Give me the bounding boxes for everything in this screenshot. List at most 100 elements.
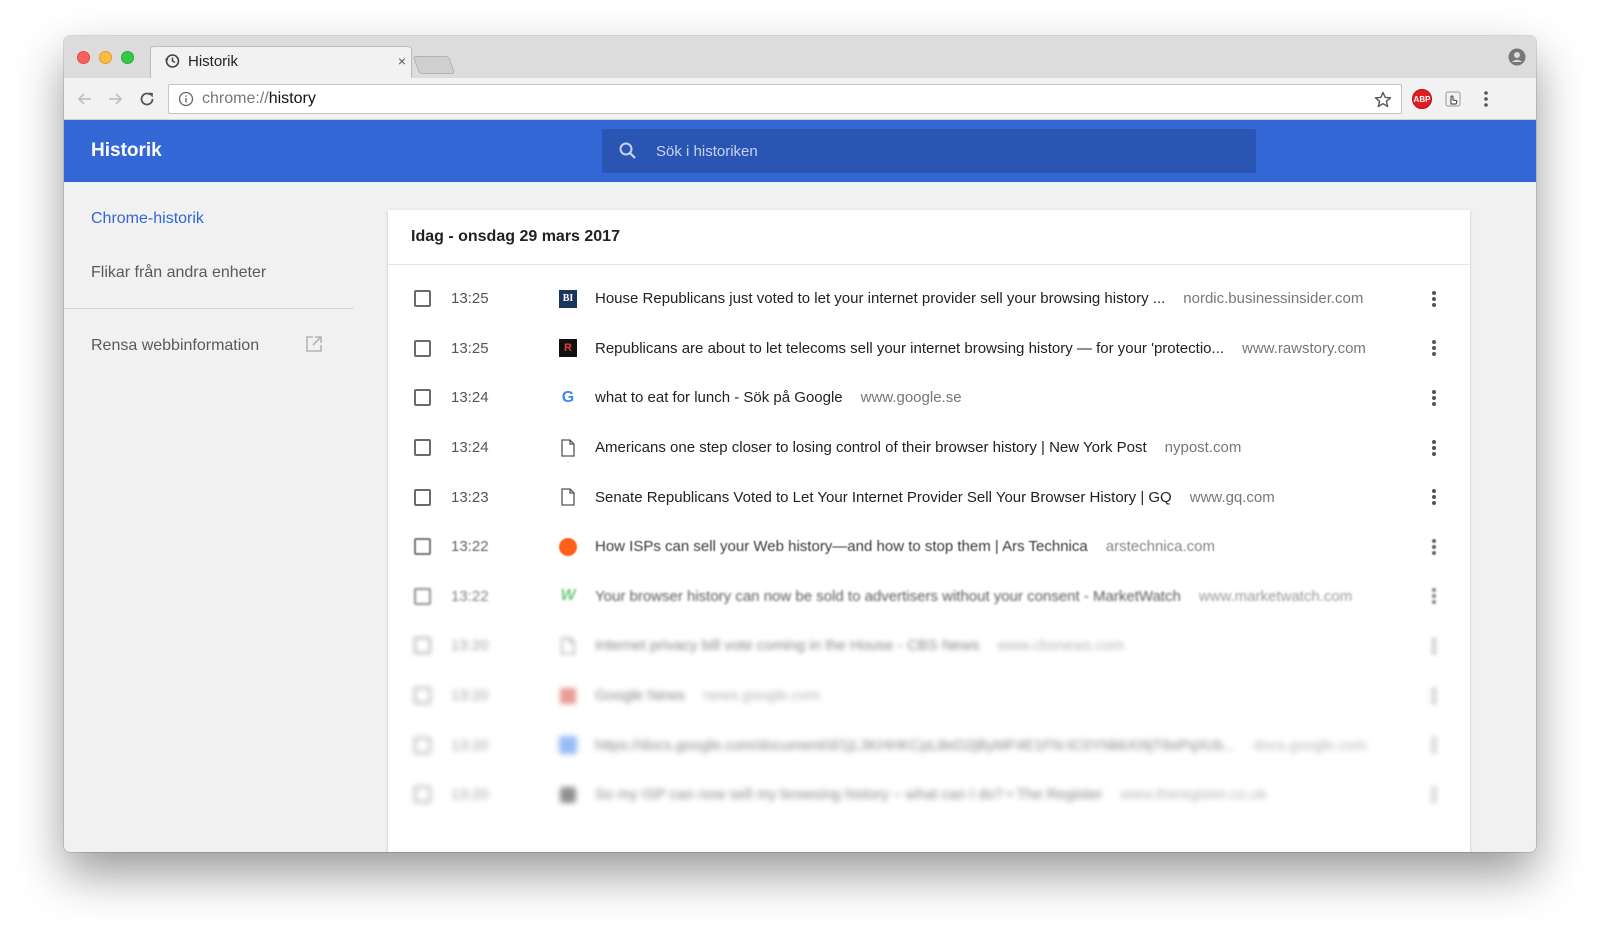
row-checkbox[interactable] (414, 290, 431, 308)
row-checkbox[interactable] (414, 439, 431, 457)
history-row[interactable]: 13:25 R Republicans are about to let telec… (388, 324, 1470, 374)
row-title[interactable]: Your browser history can now be sold to … (595, 588, 1181, 605)
history-icon (164, 53, 180, 69)
history-row[interactable]: 13:24 Americans one step closer to losing… (388, 423, 1470, 473)
search-placeholder: Sök i historiken (656, 142, 758, 160)
row-domain: www.theregister.co.uk (1120, 786, 1267, 804)
row-checkbox[interactable] (414, 389, 431, 407)
browser-window: Historik × chrome://history ABP Historik… (64, 36, 1536, 852)
row-time: 13:20 (451, 637, 489, 655)
more-actions-icon[interactable] (1426, 636, 1442, 656)
new-tab-button[interactable] (412, 56, 456, 74)
row-domain: www.gq.com (1189, 488, 1275, 506)
reload-icon[interactable] (136, 88, 158, 110)
row-title[interactable]: How ISPs can sell your Web history—and h… (595, 538, 1088, 555)
more-actions-icon[interactable] (1426, 735, 1442, 755)
row-domain: docs.google.com (1253, 736, 1367, 754)
row-link[interactable]: House Republicans just voted to let your… (595, 290, 1390, 307)
row-link[interactable]: Americans one step closer to losing cont… (595, 439, 1390, 456)
history-row[interactable]: 13:25 BI House Republicans just voted to l… (388, 274, 1470, 324)
row-title[interactable]: Internet privacy bill vote coming in the… (595, 637, 979, 654)
more-actions-icon[interactable] (1426, 537, 1442, 557)
history-search-input[interactable]: Sök i historiken (602, 129, 1256, 173)
profile-icon[interactable] (1508, 48, 1526, 66)
url-scheme: chrome:// (202, 90, 269, 107)
history-list: 13:25 BI House Republicans just voted to l… (388, 274, 1470, 820)
row-title[interactable]: Senate Republicans Voted to Let Your Int… (595, 489, 1172, 506)
minimize-window-button[interactable] (99, 51, 112, 64)
row-link[interactable]: Your browser history can now be sold to … (595, 588, 1390, 605)
row-title[interactable]: House Republicans just voted to let your… (595, 290, 1165, 307)
row-link[interactable]: https://docs.google.com/document/d/1jL3K… (595, 737, 1390, 754)
row-title[interactable]: Republicans are about to let telecoms se… (595, 340, 1224, 357)
forward-icon[interactable] (104, 88, 126, 110)
row-title[interactable]: https://docs.google.com/document/d/1jL3K… (595, 737, 1235, 754)
maximize-window-button[interactable] (121, 51, 134, 64)
row-checkbox[interactable] (414, 736, 431, 754)
history-row[interactable]: 13:24 Gwhat to eat for lunch - Sök på Goo… (388, 373, 1470, 423)
tab-content: Historik × (162, 46, 412, 76)
row-checkbox[interactable] (414, 637, 431, 655)
marketwatch-icon: W (560, 587, 576, 605)
card-header: Idag - onsdag 29 mars 2017 (388, 210, 1470, 265)
google-news-icon (559, 687, 577, 705)
date-heading: Idag - onsdag 29 mars 2017 (411, 228, 620, 245)
row-domain: www.marketwatch.com (1198, 587, 1353, 605)
row-link[interactable]: So my ISP can now sell my browsing histo… (595, 786, 1390, 803)
history-row[interactable]: 13:20 Internet privacy bill vote coming i… (388, 621, 1470, 671)
row-time: 13:24 (451, 439, 489, 457)
extension-hand-icon[interactable] (1444, 90, 1462, 108)
row-link[interactable]: How ISPs can sell your Web history—and h… (595, 538, 1390, 555)
history-row[interactable]: 13:22 How ISPs can sell your Web history—… (388, 522, 1470, 572)
row-link[interactable]: Google News news.google.com (595, 687, 1390, 704)
adblock-plus-icon[interactable]: ABP (1412, 89, 1432, 109)
back-icon[interactable] (74, 88, 96, 110)
more-actions-icon[interactable] (1426, 785, 1442, 805)
history-row[interactable]: 13:20 Google News news.google.com (388, 671, 1470, 721)
page-icon (559, 488, 577, 506)
url-text: chrome://history (202, 90, 316, 108)
address-bar[interactable]: chrome://history (168, 84, 1402, 114)
row-link[interactable]: Internet privacy bill vote coming in the… (595, 637, 1390, 654)
history-row[interactable]: 13:23 Senate Republicans Voted to Let You… (388, 472, 1470, 522)
row-domain: www.rawstory.com (1242, 339, 1366, 357)
row-time: 13:20 (451, 736, 489, 754)
history-row[interactable]: 13:20 https://docs.google.com/document/d/… (388, 720, 1470, 770)
row-title[interactable]: So my ISP can now sell my browsing histo… (595, 786, 1102, 803)
google-docs-icon (559, 736, 577, 755)
chrome-menu-icon[interactable] (1476, 89, 1496, 109)
sidebar-item-chrome-history[interactable]: Chrome-historik (91, 210, 204, 228)
row-title[interactable]: what to eat for lunch - Sök på Google (595, 389, 843, 406)
more-actions-icon[interactable] (1426, 289, 1442, 309)
more-actions-icon[interactable] (1426, 388, 1442, 408)
history-row[interactable]: 13:22 W Your browser history can now be so… (388, 572, 1470, 622)
row-checkbox[interactable] (414, 786, 431, 804)
row-title[interactable]: Americans one step closer to losing cont… (595, 439, 1147, 456)
sidebar-item-other-devices[interactable]: Flikar från andra enheter (91, 264, 266, 282)
close-tab-icon[interactable]: × (398, 53, 406, 69)
row-time: 13:22 (451, 538, 489, 556)
more-actions-icon[interactable] (1426, 438, 1442, 458)
row-link[interactable]: Senate Republicans Voted to Let Your Int… (595, 489, 1390, 506)
info-icon[interactable] (178, 91, 194, 107)
row-checkbox[interactable] (414, 488, 431, 506)
close-window-button[interactable] (77, 51, 90, 64)
row-checkbox[interactable] (414, 587, 431, 605)
history-card: Idag - onsdag 29 mars 2017 13:25 BI House … (388, 210, 1470, 852)
row-checkbox[interactable] (414, 538, 431, 556)
row-domain: www.google.se (860, 389, 962, 407)
more-actions-icon[interactable] (1426, 586, 1442, 606)
history-row[interactable]: 13:20 So my ISP can now sell my browsing … (388, 770, 1470, 820)
external-link-icon[interactable] (304, 334, 324, 354)
google-icon: G (561, 388, 575, 406)
row-link[interactable]: Republicans are about to let telecoms se… (595, 340, 1390, 357)
more-actions-icon[interactable] (1426, 338, 1442, 358)
row-link[interactable]: what to eat for lunch - Sök på Google www… (595, 389, 1390, 406)
more-actions-icon[interactable] (1426, 487, 1442, 507)
bookmark-star-icon[interactable] (1373, 90, 1393, 110)
row-title[interactable]: Google News (595, 687, 685, 704)
row-checkbox[interactable] (414, 339, 431, 357)
sidebar-item-clear-browsing-data[interactable]: Rensa webbinformation (91, 337, 259, 355)
row-checkbox[interactable] (414, 687, 431, 705)
more-actions-icon[interactable] (1426, 686, 1442, 706)
